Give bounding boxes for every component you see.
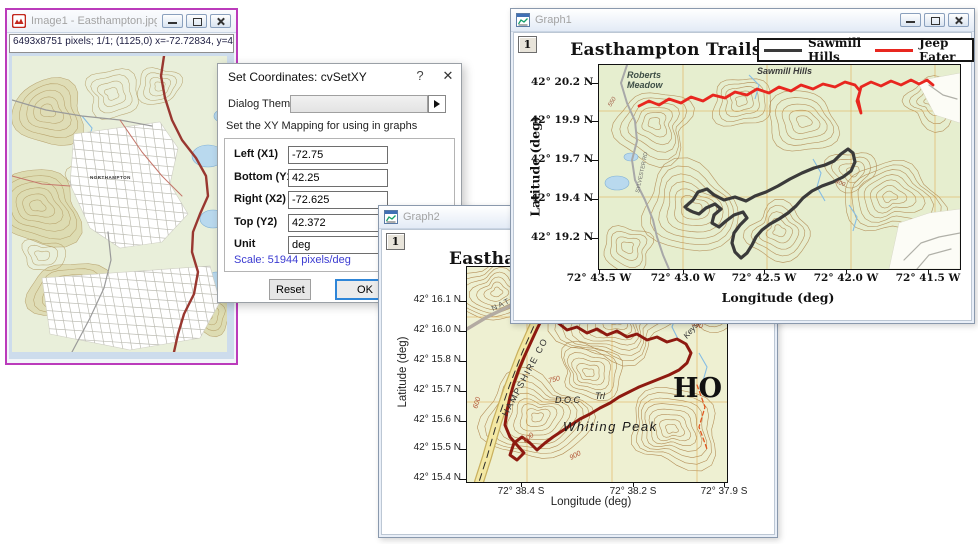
- map-label: Roberts: [627, 70, 661, 80]
- map-label: HO: [673, 373, 722, 404]
- topo-map-image[interactable]: NORTHAMPTON: [12, 56, 227, 352]
- layer-1-badge[interactable]: 1: [386, 233, 405, 250]
- image-canvas-area: NORTHAMPTON: [9, 53, 234, 359]
- reset-button[interactable]: Reset: [269, 279, 311, 300]
- bottom-y1-input[interactable]: [288, 169, 388, 187]
- theme-flyout-button[interactable]: [428, 95, 446, 113]
- scale-note: Scale: 51944 pixels/deg: [234, 254, 351, 266]
- tick-mark: [592, 160, 598, 161]
- maximize-button[interactable]: [186, 14, 207, 28]
- maximize-button[interactable]: [924, 13, 945, 27]
- graph1-x-axis-label: Longitude (deg): [678, 290, 878, 305]
- map-label: NORTHAMPTON: [90, 175, 131, 180]
- map-label: Whiting Peak: [563, 419, 658, 434]
- tick-mark: [460, 479, 466, 480]
- tick-mark: [460, 331, 466, 332]
- field-row-bottom-y1: Bottom (Y1): [218, 169, 461, 187]
- image-status-bar: 6493x8751 pixels; 1/1; (1125,0) x=-72.72…: [9, 34, 234, 53]
- image-window-titlebar[interactable]: Image1 - Easthampton.jpg: [7, 10, 236, 33]
- close-button[interactable]: [948, 13, 969, 27]
- tick-mark: [592, 238, 598, 239]
- tick-mark: [764, 269, 765, 274]
- graph1-title: Easthampton Trails: [546, 40, 786, 60]
- tick-mark: [592, 199, 598, 200]
- graph2-x-axis-label: Longitude (deg): [491, 496, 691, 508]
- help-button[interactable]: ?: [412, 68, 428, 83]
- dialog-theme-label: Dialog Theme: [228, 98, 296, 110]
- tick-mark: [846, 269, 847, 274]
- graph1-titlebar[interactable]: Graph1: [511, 9, 974, 32]
- tick-mark: [592, 121, 598, 122]
- image-window-icon: [12, 14, 26, 28]
- graph-window-icon: [516, 13, 530, 27]
- tick-mark: [460, 449, 466, 450]
- tick-mark: [724, 482, 725, 487]
- x-tick: 72° 37.9 S: [682, 486, 766, 497]
- tick-mark: [460, 421, 466, 422]
- dialog-description: Set the XY Mapping for using in graphs: [226, 120, 417, 132]
- legend[interactable]: Sawmill Hills Jeep Eater: [757, 38, 974, 62]
- graph-window-icon: [384, 210, 398, 224]
- dialog-title: Set Coordinates: cvSetXY: [228, 70, 367, 84]
- water-body: [605, 176, 629, 190]
- tick-mark: [521, 482, 522, 487]
- minimize-button[interactable]: [162, 14, 183, 28]
- tick-mark: [599, 269, 600, 274]
- graph1-y-axis-label: Latitude (deg): [528, 67, 543, 267]
- image-window: Image1 - Easthampton.jpg 6493x8751 pixel…: [5, 8, 238, 365]
- dialog-theme-input[interactable]: [290, 95, 428, 113]
- legend-label-sawmill-hills: Sawmill Hills: [808, 36, 869, 64]
- field-label: Right (X2): [234, 193, 286, 205]
- tick-mark: [928, 269, 929, 274]
- tick-mark: [460, 361, 466, 362]
- graph1-map-canvas[interactable]: RobertsMeadowSawmill HillsSYLVESTER RD55…: [599, 65, 960, 269]
- water-body: [624, 153, 638, 161]
- graph1-plot[interactable]: RobertsMeadowSawmill HillsSYLVESTER RD55…: [598, 64, 961, 270]
- minimize-button[interactable]: [900, 13, 921, 27]
- map-label: Meadow: [627, 80, 664, 90]
- tick-mark: [460, 301, 466, 302]
- urban-area: [42, 266, 220, 350]
- tick-mark: [683, 269, 684, 274]
- legend-label-jeep-eater: Jeep Eater: [919, 36, 967, 64]
- tick-mark: [633, 482, 634, 487]
- origin-workspace: Image1 - Easthampton.jpg 6493x8751 pixel…: [0, 0, 978, 544]
- image-window-title: Image1 - Easthampton.jpg: [31, 15, 157, 27]
- arrow-right-icon: [434, 100, 440, 108]
- field-label: Bottom (Y1): [234, 171, 296, 183]
- right-x2-input[interactable]: [288, 191, 388, 209]
- tick-mark: [592, 83, 598, 84]
- left-x1-input[interactable]: [288, 146, 388, 164]
- close-button[interactable]: [210, 14, 231, 28]
- unit-input[interactable]: [288, 236, 388, 254]
- field-label: Unit: [234, 238, 255, 250]
- legend-line-jeep-eater: [875, 49, 913, 52]
- map-label: Trl: [595, 391, 606, 401]
- graph1-window: Graph1 1 Easthampton Trails Sawmill Hill…: [510, 8, 975, 324]
- field-label: Top (Y2): [234, 216, 277, 228]
- tick-mark: [460, 391, 466, 392]
- legend-line-sawmill-hills: [764, 49, 802, 52]
- layer-1-badge[interactable]: 1: [518, 36, 537, 53]
- top-y2-input[interactable]: [288, 214, 388, 232]
- map-label: D.O.C: [555, 395, 581, 405]
- map-label: Sawmill Hills: [757, 66, 812, 76]
- dialog-close-button[interactable]: ✕: [440, 68, 456, 84]
- graph1-window-title: Graph1: [535, 14, 895, 26]
- field-row-left-x1: Left (X1): [218, 146, 461, 164]
- graph2-y-axis-label: Latitude (deg): [397, 272, 409, 472]
- field-label: Left (X1): [234, 148, 278, 160]
- y-tick: 42° 15.4 N: [399, 472, 461, 483]
